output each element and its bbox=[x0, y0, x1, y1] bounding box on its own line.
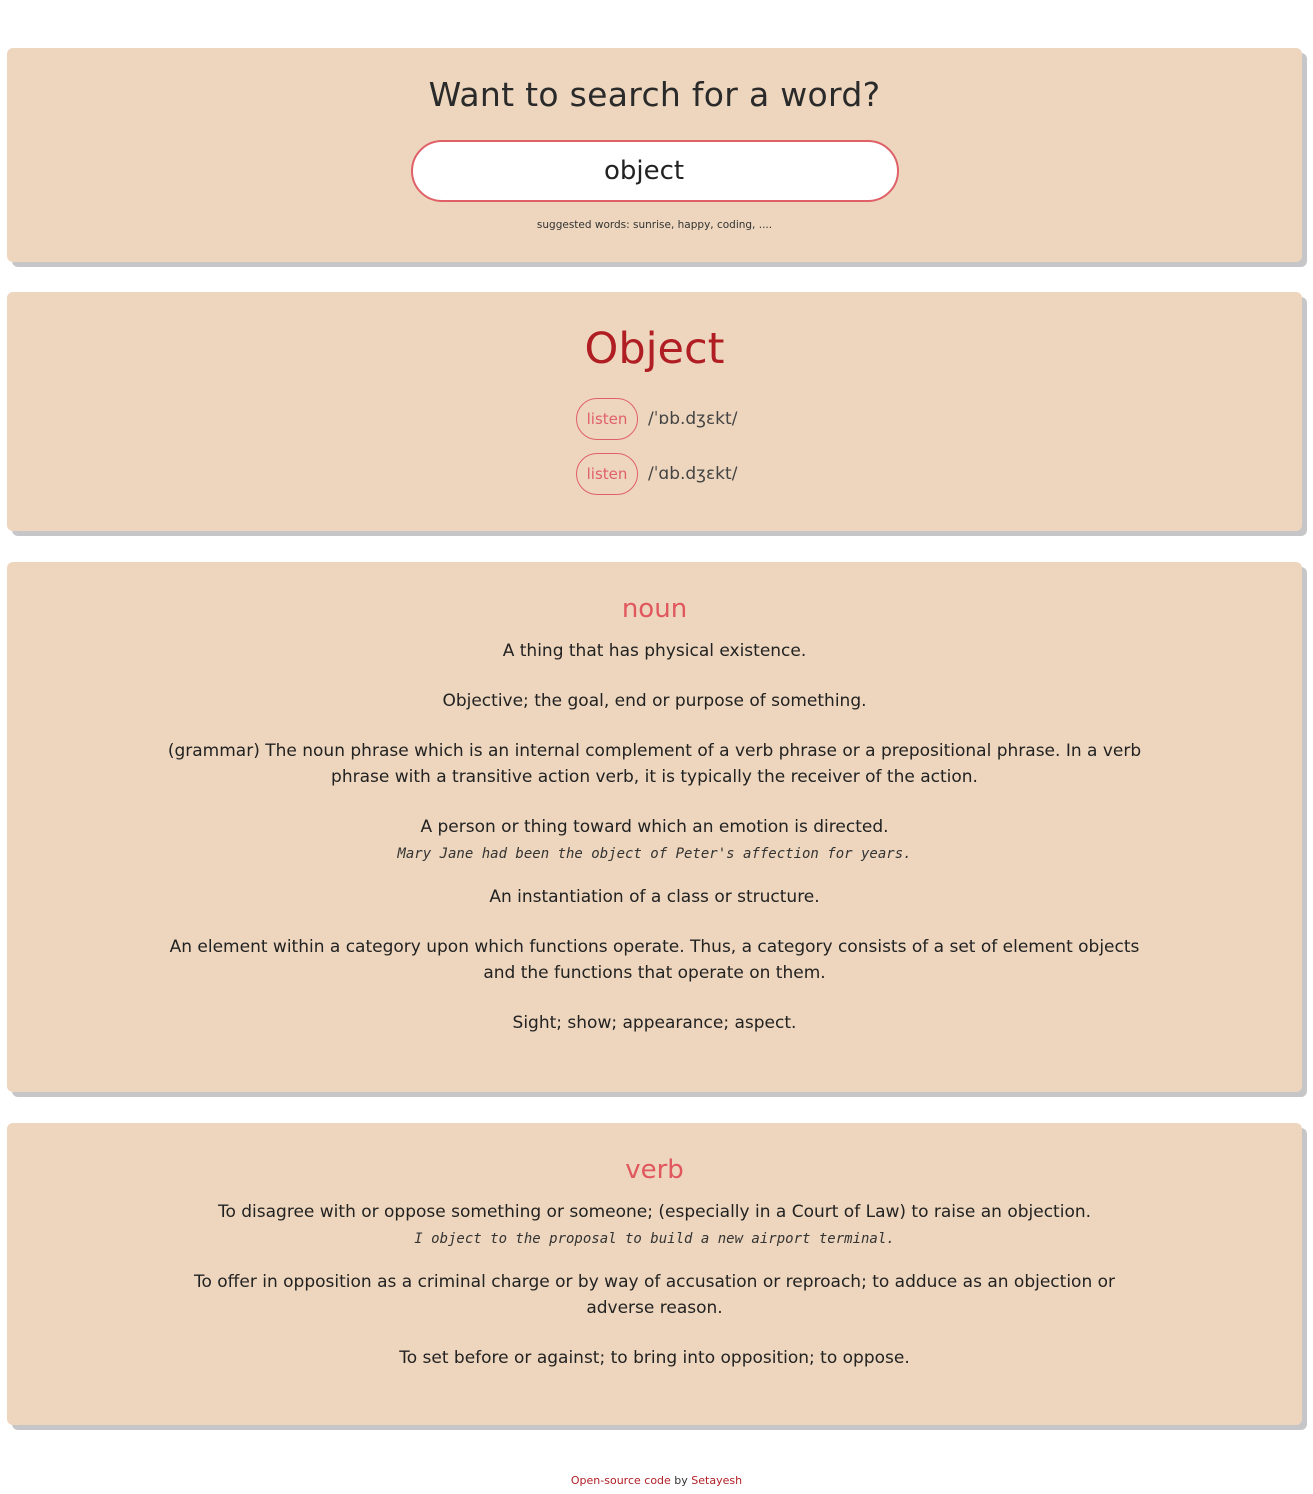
part-of-speech: verb bbox=[625, 1155, 684, 1185]
definition-item: An element within a category upon which … bbox=[167, 934, 1142, 986]
definition-item: Sight; show; appearance; aspect. bbox=[167, 1010, 1142, 1036]
phonetic-row: listen /ˈɑb.dʒɛkt/ bbox=[576, 452, 737, 496]
definition-item: To offer in opposition as a criminal cha… bbox=[167, 1269, 1142, 1321]
definition-item: A thing that has physical existence. bbox=[167, 638, 1142, 664]
part-of-speech: noun bbox=[621, 594, 688, 624]
definition-item: An instantiation of a class or structure… bbox=[167, 884, 1142, 910]
word-header-section: Object listen /ˈɒb.dʒɛkt/ listen /ˈɑb.dʒ… bbox=[7, 292, 1302, 531]
definition-text: An element within a category upon which … bbox=[169, 937, 1140, 983]
definition-list: To disagree with or oppose something or … bbox=[167, 1199, 1142, 1395]
definition-text: To disagree with or oppose something or … bbox=[217, 1202, 1092, 1222]
definition-item: To set before or against; to bring into … bbox=[167, 1345, 1142, 1371]
definition-text: A person or thing toward which an emotio… bbox=[420, 817, 889, 837]
definition-example: Mary Jane had been the object of Peter's… bbox=[397, 846, 912, 862]
definition-item: (grammar) The noun phrase which is an in… bbox=[167, 738, 1142, 790]
definition-text: An instantiation of a class or structure… bbox=[489, 887, 820, 907]
phonetic-text: /ˈɒb.dʒɛkt/ bbox=[648, 409, 738, 429]
definition-list: A thing that has physical existence. Obj… bbox=[167, 638, 1142, 1060]
search-heading: Want to search for a word? bbox=[428, 75, 881, 114]
suggested-words-hint: suggested words: sunrise, happy, coding,… bbox=[536, 219, 773, 231]
definition-item: To disagree with or oppose something or … bbox=[167, 1199, 1142, 1249]
search-section: Want to search for a word? suggested wor… bbox=[7, 48, 1302, 262]
definition-example: I object to the proposal to build a new … bbox=[414, 1231, 895, 1247]
listen-button[interactable]: listen bbox=[576, 398, 638, 440]
definition-text: A thing that has physical existence. bbox=[502, 641, 807, 661]
definition-text: To offer in opposition as a criminal cha… bbox=[193, 1272, 1116, 1318]
search-input[interactable] bbox=[411, 140, 899, 202]
listen-button[interactable]: listen bbox=[576, 453, 638, 495]
definition-text: Objective; the goal, end or purpose of s… bbox=[442, 691, 867, 711]
definition-item: A person or thing toward which an emotio… bbox=[167, 814, 1142, 864]
footer-by-text: by bbox=[670, 1474, 692, 1487]
author-link[interactable]: Setayesh bbox=[691, 1474, 742, 1487]
meaning-section-verb: verb To disagree with or oppose somethin… bbox=[7, 1123, 1302, 1425]
source-code-link[interactable]: Open-source code bbox=[571, 1474, 671, 1487]
definition-text: Sight; show; appearance; aspect. bbox=[512, 1013, 797, 1033]
meaning-section-noun: noun A thing that has physical existence… bbox=[7, 562, 1302, 1092]
definition-text: To set before or against; to bring into … bbox=[399, 1348, 910, 1368]
definition-item: Objective; the goal, end or purpose of s… bbox=[167, 688, 1142, 714]
phonetic-row: listen /ˈɒb.dʒɛkt/ bbox=[576, 397, 737, 441]
phonetic-text: /ˈɑb.dʒɛkt/ bbox=[648, 464, 738, 484]
footer: Open-source code by Setayesh bbox=[0, 1474, 1313, 1487]
headword: Object bbox=[584, 324, 725, 374]
definition-text: (grammar) The noun phrase which is an in… bbox=[167, 741, 1142, 787]
